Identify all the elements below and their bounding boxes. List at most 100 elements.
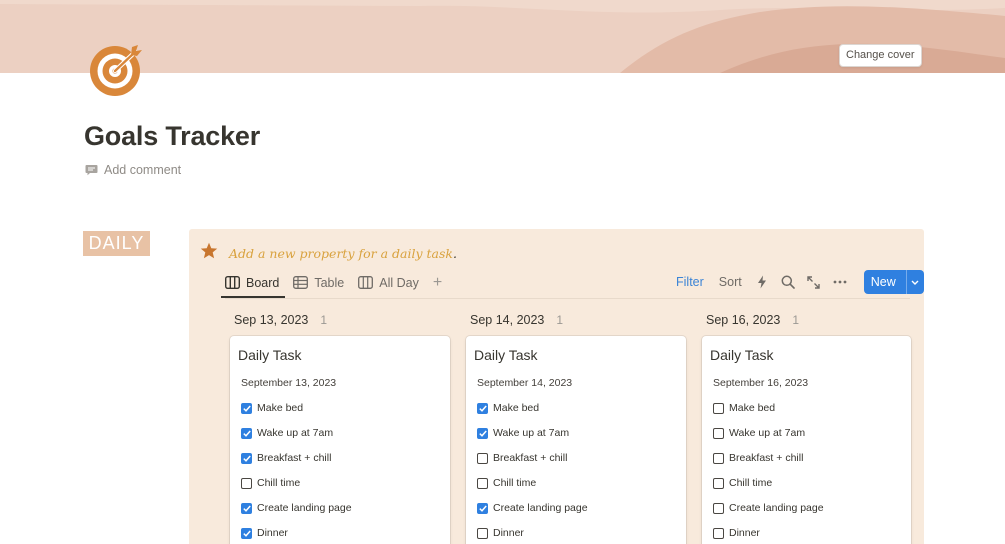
new-button[interactable]: New: [863, 270, 924, 294]
column-date: Sep 16, 2023: [706, 313, 781, 327]
task-label: Breakfast + chill: [257, 452, 332, 464]
task-checkbox[interactable]: [241, 402, 252, 414]
page-cover: Change cover: [0, 0, 1005, 73]
add-view-icon[interactable]: +: [433, 274, 442, 292]
task-label: Create landing page: [729, 502, 824, 514]
calendar-icon: [358, 276, 374, 289]
add-comment-button[interactable]: Add comment: [85, 163, 181, 177]
task-label: Make bed: [257, 402, 304, 414]
task-label: Dinner: [257, 527, 288, 539]
task-label: Breakfast + chill: [729, 452, 804, 464]
callout-text: Add a new property for a daily task.: [229, 246, 457, 261]
target-icon[interactable]: [88, 42, 146, 100]
task-item: Make bed: [241, 402, 303, 414]
more-icon[interactable]: [832, 274, 848, 290]
task-item: Dinner: [241, 527, 288, 539]
table-icon: [293, 276, 309, 289]
task-label: Create landing page: [493, 502, 588, 514]
card-date: September 16, 2023: [713, 377, 809, 389]
task-checkbox[interactable]: [241, 427, 252, 439]
lightning-icon[interactable]: [754, 274, 770, 290]
task-item: Make bed: [477, 402, 539, 414]
task-checkbox[interactable]: [477, 452, 488, 464]
task-label: Create landing page: [257, 502, 352, 514]
section-badge: DAILY: [83, 231, 150, 256]
column-count: 1: [320, 313, 328, 327]
board-card[interactable]: Daily Task September 14, 2023 Make bed W…: [466, 336, 686, 544]
task-checkbox[interactable]: [477, 402, 488, 414]
tab-board-label: Board: [246, 275, 280, 290]
star-icon[interactable]: [200, 242, 218, 260]
task-checkbox[interactable]: [241, 452, 252, 464]
card-title: Daily Task: [474, 347, 538, 363]
task-checkbox[interactable]: [713, 402, 724, 414]
column-count: 1: [792, 313, 800, 327]
task-checkbox[interactable]: [477, 502, 488, 514]
task-label: Dinner: [729, 527, 760, 539]
chevron-down-icon[interactable]: [905, 270, 924, 294]
task-item: Create landing page: [477, 502, 588, 514]
task-label: Make bed: [493, 402, 540, 414]
task-checkbox[interactable]: [477, 427, 488, 439]
task-checkbox[interactable]: [477, 527, 488, 539]
view-tabs: Board Table All Day +: [220, 267, 442, 298]
card-title: Daily Task: [710, 347, 774, 363]
task-label: Wake up at 7am: [493, 427, 570, 439]
task-checkbox[interactable]: [477, 477, 488, 489]
task-item: Make bed: [713, 402, 775, 414]
column-date: Sep 14, 2023: [470, 313, 545, 327]
task-checkbox[interactable]: [713, 427, 724, 439]
task-label: Chill time: [493, 477, 537, 489]
column-count: 1: [556, 313, 564, 327]
sort-button[interactable]: Sort: [719, 275, 742, 289]
task-checkbox[interactable]: [713, 527, 724, 539]
task-label: Chill time: [257, 477, 301, 489]
tab-board[interactable]: Board: [220, 267, 286, 298]
tab-all-day[interactable]: All Day: [358, 267, 419, 298]
task-item: Breakfast + chill: [477, 452, 567, 464]
task-label: Make bed: [729, 402, 776, 414]
tab-all-day-label: All Day: [379, 275, 419, 290]
add-comment-label: Add comment: [104, 163, 182, 177]
task-checkbox[interactable]: [241, 527, 252, 539]
task-item: Chill time: [713, 477, 772, 489]
new-button-label: New: [870, 275, 896, 289]
tabs-divider: [225, 298, 910, 299]
callout-block: Add a new property for a daily task. Boa…: [189, 229, 924, 544]
column-date: Sep 13, 2023: [234, 313, 309, 327]
board-card[interactable]: Daily Task September 16, 2023 Make bed W…: [702, 336, 911, 544]
tab-table[interactable]: Table: [293, 267, 344, 298]
change-cover-button[interactable]: Change cover: [839, 44, 922, 67]
task-item: Breakfast + chill: [713, 452, 803, 464]
task-item: Dinner: [477, 527, 524, 539]
task-item: Dinner: [713, 527, 760, 539]
task-label: Chill time: [729, 477, 773, 489]
search-icon[interactable]: [780, 274, 796, 290]
card-title: Daily Task: [238, 347, 302, 363]
task-checkbox[interactable]: [713, 502, 724, 514]
task-item: Wake up at 7am: [241, 427, 333, 439]
task-checkbox[interactable]: [713, 452, 724, 464]
expand-icon[interactable]: [806, 274, 822, 290]
card-date: September 13, 2023: [241, 377, 337, 389]
card-date: September 14, 2023: [477, 377, 573, 389]
board-icon: [225, 276, 240, 289]
column-header[interactable]: Sep 16, 2023 1: [702, 309, 922, 331]
task-item: Chill time: [477, 477, 536, 489]
task-checkbox[interactable]: [241, 502, 252, 514]
task-checkbox[interactable]: [713, 477, 724, 489]
task-checkbox[interactable]: [241, 477, 252, 489]
board-card[interactable]: Daily Task September 13, 2023 Make bed W…: [230, 336, 450, 544]
board-column: Sep 13, 2023 1 Daily Task September 13, …: [230, 309, 450, 544]
task-label: Wake up at 7am: [729, 427, 806, 439]
column-header[interactable]: Sep 14, 2023 1: [466, 309, 686, 331]
comment-icon: [85, 165, 98, 176]
callout-message: Add a new property for a daily task: [229, 246, 453, 261]
task-label: Wake up at 7am: [257, 427, 334, 439]
task-item: Breakfast + chill: [241, 452, 331, 464]
callout-period: .: [452, 246, 457, 261]
task-item: Create landing page: [713, 502, 824, 514]
board-toolbar: Filter Sort New: [676, 270, 924, 294]
column-header[interactable]: Sep 13, 2023 1: [230, 309, 450, 331]
filter-button[interactable]: Filter: [676, 275, 704, 289]
